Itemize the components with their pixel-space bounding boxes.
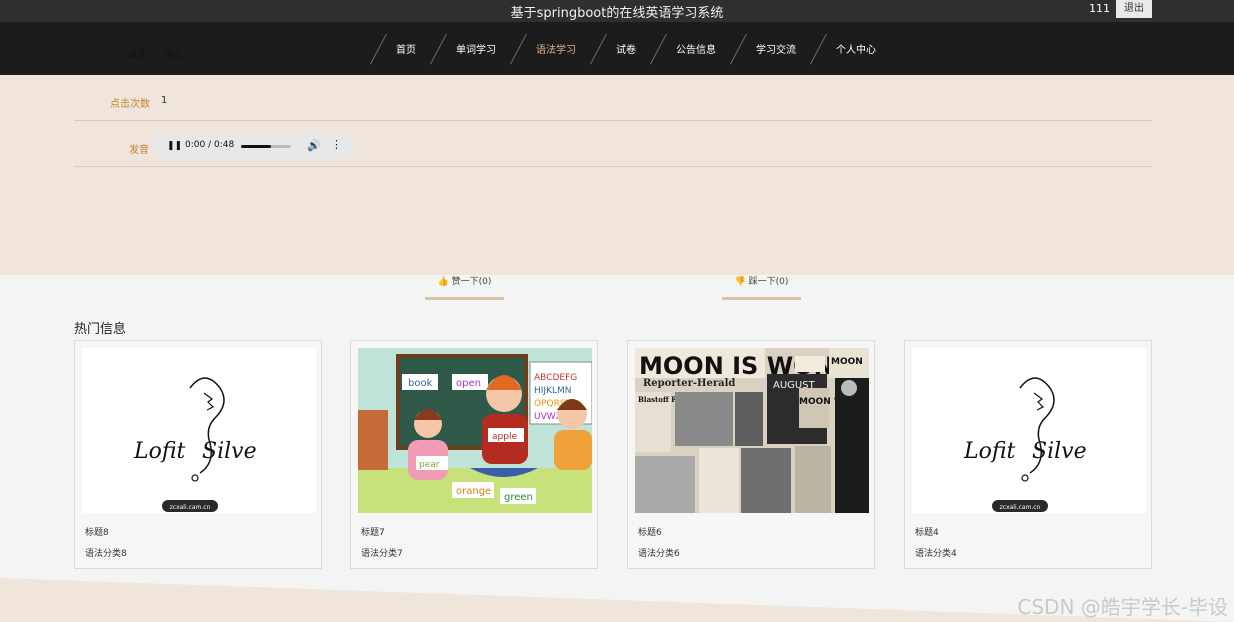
svg-text:apple: apple: [492, 432, 517, 442]
svg-text:green: green: [504, 492, 533, 503]
audio-label: 发音: [129, 145, 149, 156]
clicks-label: 点击次数: [110, 99, 150, 110]
card-title: 标题4: [915, 528, 939, 538]
card-image-logo: Lofit Silve zcxali.cam.cn: [82, 348, 316, 513]
username-label: 111: [1089, 2, 1110, 15]
svg-text:orange: orange: [456, 486, 491, 497]
breadcrumb-item[interactable]: 测试: [163, 50, 181, 60]
card-category: 语法分类8: [85, 549, 127, 559]
lofit-silve-logo-icon: Lofit Silve zcxali.cam.cn: [82, 348, 316, 513]
card-category: 语法分类4: [915, 549, 957, 559]
card-title: 标题8: [85, 528, 109, 538]
thumbs-up-label: 赞一下(0): [451, 277, 492, 287]
svg-text:open: open: [456, 378, 481, 389]
hot-card[interactable]: ABCDEFG HIJKLMN OPQRST UVWXYZ book open …: [350, 340, 598, 569]
svg-text:ABCDEFG: ABCDEFG: [534, 373, 577, 383]
svg-text:pear: pear: [419, 460, 440, 470]
thumbs-down-button[interactable]: 👎 踩一下(0): [722, 275, 801, 300]
svg-text:Reporter-Herald: Reporter-Herald: [643, 378, 735, 389]
thumbs-down-icon: 👎: [734, 277, 746, 287]
main-navbar: 语法 测试 首页 单词学习 语法学习 试卷 公告信息 学习交流 个人中心: [0, 22, 1234, 75]
svg-text:Silve: Silve: [1032, 439, 1087, 464]
card-title: 标题7: [361, 528, 385, 538]
hot-info-title: 热门信息: [74, 322, 127, 337]
nav-menu: 首页 单词学习 语法学习 试卷 公告信息 学习交流 个人中心: [370, 22, 890, 75]
more-options-icon[interactable]: ⋮: [331, 138, 342, 151]
svg-text:HIJKLMN: HIJKLMN: [534, 386, 572, 396]
svg-text:Silve: Silve: [202, 439, 257, 464]
kids-classroom-icon: ABCDEFG HIJKLMN OPQRST UVWXYZ book open …: [358, 348, 592, 513]
card-title: 标题6: [638, 528, 662, 538]
card-category: 语法分类7: [361, 549, 403, 559]
nav-item-notices[interactable]: 公告信息: [650, 22, 730, 75]
nav-item-home[interactable]: 首页: [370, 22, 430, 75]
hot-card[interactable]: Lofit Silve zcxali.cam.cn 标题4 语法分类4: [904, 340, 1152, 569]
lofit-silve-logo-icon: Lofit Silve zcxali.cam.cn: [912, 348, 1146, 513]
audio-time: 0:00 / 0:48: [185, 140, 235, 150]
newspaper-collage-icon: MOON IS WON Reporter-Herald Blastoff Per…: [635, 348, 869, 513]
card-image-classroom: ABCDEFG HIJKLMN OPQRST UVWXYZ book open …: [358, 348, 592, 513]
nav-item-profile[interactable]: 个人中心: [810, 22, 890, 75]
nav-item-forum[interactable]: 学习交流: [730, 22, 810, 75]
clicks-value: 1: [161, 95, 168, 106]
hot-card[interactable]: MOON IS WON Reporter-Herald Blastoff Per…: [627, 340, 875, 569]
hot-card[interactable]: Lofit Silve zcxali.cam.cn 标题8 语法分类8: [74, 340, 322, 569]
svg-text:book: book: [408, 378, 433, 389]
svg-text:Lofit: Lofit: [963, 439, 1016, 464]
watermark: CSDN @皓宇学长-毕设: [1017, 595, 1228, 619]
clicks-row: 点击次数 1: [74, 75, 1152, 121]
breadcrumb: 语法 测试: [128, 47, 195, 60]
audio-progress-bar[interactable]: [241, 145, 291, 148]
card-category: 语法分类6: [638, 549, 680, 559]
audio-player[interactable]: ❚❚ 0:00 / 0:48 🔊 ⋮: [153, 133, 353, 159]
volume-icon[interactable]: 🔊: [307, 139, 321, 152]
card-image-logo: Lofit Silve zcxali.cam.cn: [912, 348, 1146, 513]
audio-progress-fill: [241, 145, 271, 148]
nav-item-grammar[interactable]: 语法学习: [510, 22, 590, 75]
slant-divider-top: [0, 190, 1234, 265]
breadcrumb-item[interactable]: 语法: [128, 50, 146, 60]
card-badge: zcxali.cam.cn: [170, 504, 211, 511]
nav-item-exams[interactable]: 试卷: [590, 22, 650, 75]
thumbs-up-button[interactable]: 👍 赞一下(0): [425, 275, 504, 300]
nav-item-words[interactable]: 单词学习: [430, 22, 510, 75]
thumbs-down-label: 踩一下(0): [748, 277, 789, 287]
logout-button[interactable]: 退出: [1116, 0, 1152, 18]
system-bar: 基于springboot的在线英语学习系统 111 退出: [0, 0, 1234, 22]
svg-text:Lofit: Lofit: [133, 439, 186, 464]
card-badge: zcxali.cam.cn: [1000, 504, 1041, 511]
audio-row: 发音 ❚❚ 0:00 / 0:48 🔊 ⋮: [74, 121, 1152, 167]
pause-icon[interactable]: ❚❚: [167, 141, 182, 151]
svg-text:MOON: MOON: [831, 357, 863, 367]
site-title: 基于springboot的在线英语学习系统: [510, 6, 724, 21]
thumbs-up-icon: 👍: [437, 277, 449, 287]
card-image-newspaper: MOON IS WON Reporter-Herald Blastoff Per…: [635, 348, 869, 513]
